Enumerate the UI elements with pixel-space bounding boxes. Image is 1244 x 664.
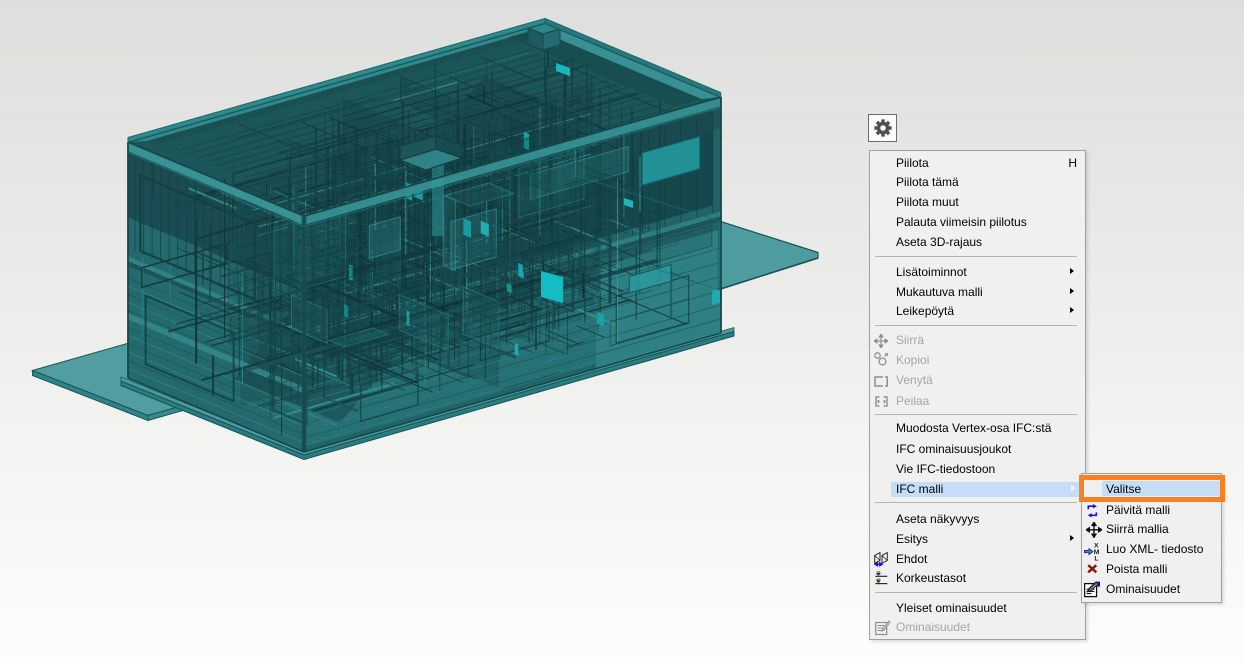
svg-text:L: L (1094, 555, 1098, 561)
